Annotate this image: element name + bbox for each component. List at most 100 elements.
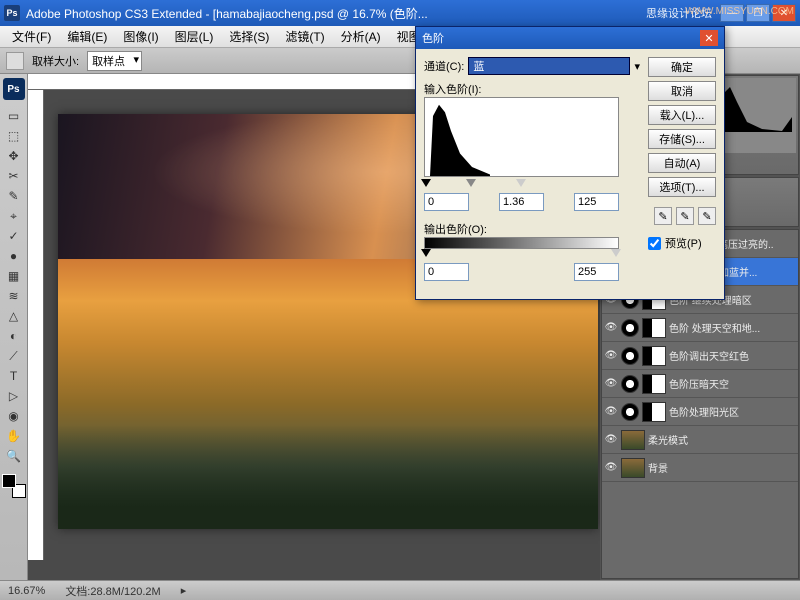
dialog-close-button[interactable]: ✕: [700, 30, 718, 46]
white-eyedropper-icon[interactable]: ✎: [698, 207, 716, 225]
zoom-level[interactable]: 16.67%: [8, 585, 45, 597]
input-slider[interactable]: [424, 179, 619, 189]
layer-thumb: [621, 458, 645, 478]
tool-button[interactable]: ▷: [3, 386, 25, 406]
options-button[interactable]: 选项(T)...: [648, 177, 716, 197]
color-swatches[interactable]: [2, 474, 26, 498]
tool-button[interactable]: ⌖: [3, 206, 25, 226]
output-black-slider[interactable]: [421, 249, 431, 257]
tool-button[interactable]: ≋: [3, 286, 25, 306]
layer-row[interactable]: 👁 柔光模式: [602, 426, 798, 454]
toolbox: Ps ▭⬚✥✂✎⌖✓●▦≋△◐⟋T▷◉✋🔍: [0, 74, 28, 580]
layer-row[interactable]: 👁 色阶压暗天空: [602, 370, 798, 398]
tool-button[interactable]: ✥: [3, 146, 25, 166]
visibility-icon[interactable]: 👁: [604, 321, 618, 335]
output-slider[interactable]: [424, 249, 619, 259]
input-histogram: [424, 97, 619, 177]
adjustment-thumb: [621, 347, 639, 365]
black-eyedropper-icon[interactable]: ✎: [654, 207, 672, 225]
menu-item[interactable]: 文件(F): [4, 26, 59, 47]
menu-item[interactable]: 分析(A): [333, 26, 389, 47]
tool-button[interactable]: ✎: [3, 186, 25, 206]
layer-row[interactable]: 👁 色阶调出天空红色: [602, 342, 798, 370]
status-bar: 16.67% 文档:28.8M/120.2M ▸: [0, 580, 800, 600]
output-black-field[interactable]: [424, 263, 469, 281]
output-gradient: [424, 237, 619, 249]
layer-name: 背景: [648, 460, 796, 475]
layer-name: 色阶 处理天空和地...: [669, 320, 796, 335]
tool-button[interactable]: ●: [3, 246, 25, 266]
tool-button[interactable]: ✓: [3, 226, 25, 246]
tool-button[interactable]: ⬚: [3, 126, 25, 146]
visibility-icon[interactable]: 👁: [604, 405, 618, 419]
layer-thumb: [621, 430, 645, 450]
tool-button[interactable]: ▦: [3, 266, 25, 286]
visibility-icon[interactable]: 👁: [604, 461, 618, 475]
tool-button[interactable]: ✂: [3, 166, 25, 186]
tool-button[interactable]: ◉: [3, 406, 25, 426]
output-white-field[interactable]: [574, 263, 619, 281]
auto-button[interactable]: 自动(A): [648, 153, 716, 173]
save-button[interactable]: 存储(S)...: [648, 129, 716, 149]
histogram-chart: [722, 82, 792, 132]
dialog-titlebar[interactable]: 色阶 ✕: [416, 27, 724, 49]
layer-name: 色阶压暗天空: [669, 376, 796, 391]
channel-select[interactable]: 蓝: [468, 57, 630, 75]
visibility-icon[interactable]: 👁: [604, 433, 618, 447]
window-title: Adobe Photoshop CS3 Extended - [hamabaji…: [26, 5, 646, 22]
visibility-icon[interactable]: 👁: [604, 377, 618, 391]
mask-thumb: [642, 402, 666, 422]
layer-name: 色阶调出天空红色: [669, 348, 796, 363]
tool-button[interactable]: △: [3, 306, 25, 326]
levels-dialog: 色阶 ✕ 通道(C): 蓝 ▾ 输入色阶(I): 输出色阶(: [415, 26, 725, 300]
menu-item[interactable]: 图层(L): [167, 26, 222, 47]
foreground-color-swatch[interactable]: [2, 474, 16, 488]
tool-button[interactable]: ✋: [3, 426, 25, 446]
ruler-vertical: [28, 90, 44, 560]
titlebar: Ps Adobe Photoshop CS3 Extended - [hamab…: [0, 0, 800, 26]
menu-item[interactable]: 选择(S): [221, 26, 277, 47]
black-point-slider[interactable]: [421, 179, 431, 187]
dialog-title-text: 色阶: [422, 30, 444, 46]
input-gamma-field[interactable]: [499, 193, 544, 211]
mask-thumb: [642, 318, 666, 338]
layer-name: 色阶处理阳光区: [669, 404, 796, 419]
output-levels-label: 输出色阶(O):: [424, 221, 640, 237]
document-info: 文档:28.8M/120.2M: [65, 583, 160, 599]
menu-item[interactable]: 滤镜(T): [277, 26, 332, 47]
tool-button[interactable]: T: [3, 366, 25, 386]
preview-checkbox-input[interactable]: [648, 237, 661, 250]
tool-button[interactable]: ⟋: [3, 346, 25, 366]
tool-button[interactable]: ▭: [3, 106, 25, 126]
sample-size-label: 取样大小:: [32, 53, 79, 69]
eyedropper-icon: [6, 52, 24, 70]
layer-row[interactable]: 👁 色阶 处理天空和地...: [602, 314, 798, 342]
output-white-slider[interactable]: [611, 249, 621, 257]
adjustment-thumb: [621, 375, 639, 393]
watermark-url: WWW.MISSYUAN.COM: [685, 6, 794, 17]
layer-name: 柔光模式: [648, 432, 796, 447]
tool-button[interactable]: ◐: [3, 326, 25, 346]
sample-size-dropdown[interactable]: 取样点: [87, 51, 142, 71]
layer-row[interactable]: 👁 背景: [602, 454, 798, 482]
ps-badge-icon: Ps: [3, 78, 25, 100]
app-icon: Ps: [4, 5, 20, 21]
input-white-field[interactable]: [574, 193, 619, 211]
channel-label: 通道(C):: [424, 58, 464, 74]
gray-eyedropper-icon[interactable]: ✎: [676, 207, 694, 225]
gamma-slider[interactable]: [466, 179, 476, 187]
input-black-field[interactable]: [424, 193, 469, 211]
preview-checkbox[interactable]: 预览(P): [648, 235, 716, 251]
load-button[interactable]: 载入(L)...: [648, 105, 716, 125]
menu-item[interactable]: 图像(I): [115, 26, 166, 47]
visibility-icon[interactable]: 👁: [604, 349, 618, 363]
mask-thumb: [642, 346, 666, 366]
tool-button[interactable]: 🔍: [3, 446, 25, 466]
cancel-button[interactable]: 取消: [648, 81, 716, 101]
layer-row[interactable]: 👁 色阶处理阳光区: [602, 398, 798, 426]
menu-item[interactable]: 编辑(E): [59, 26, 115, 47]
input-levels-label: 输入色阶(I):: [424, 81, 640, 97]
white-point-slider[interactable]: [516, 179, 526, 187]
adjustment-thumb: [621, 403, 639, 421]
ok-button[interactable]: 确定: [648, 57, 716, 77]
